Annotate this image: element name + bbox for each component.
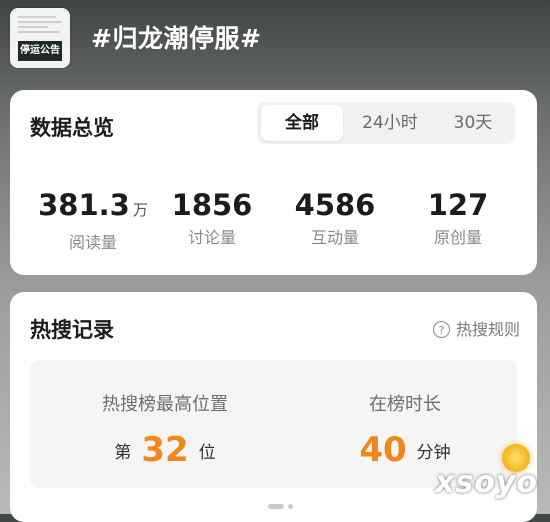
stat-discussions-value: 1856 bbox=[171, 188, 253, 222]
duration-metric: 在榜时长 40 分钟 bbox=[330, 390, 480, 470]
topic-thumbnail[interactable]: 停运公告 bbox=[10, 8, 70, 68]
tab-24h[interactable]: 24小时 bbox=[349, 105, 431, 141]
topic-header: 停运公告 #归龙潮停服# bbox=[0, 0, 550, 90]
peak-rank-value: 第 32 位 bbox=[114, 430, 216, 470]
stat-interactions-label: 互动量 bbox=[310, 228, 359, 247]
tab-all[interactable]: 全部 bbox=[261, 105, 343, 141]
stat-originals: 127 原创量 bbox=[403, 188, 513, 248]
watermark: xsoyo bbox=[435, 465, 538, 500]
overview-title: 数据总览 bbox=[30, 116, 114, 140]
stat-originals-label: 原创量 bbox=[433, 228, 482, 247]
stat-reads: 381.3 万 阅读量 bbox=[38, 188, 148, 253]
stat-reads-label: 阅读量 bbox=[68, 233, 117, 252]
stat-discussions-label: 讨论量 bbox=[187, 228, 236, 247]
stat-interactions-value: 4586 bbox=[294, 188, 376, 222]
overview-card: 数据总览 全部 24小时 30天 381.3 万 阅读量 1856 讨论量 458… bbox=[10, 90, 537, 275]
stat-originals-value: 127 bbox=[427, 188, 489, 222]
peak-rank-label: 热搜榜最高位置 bbox=[102, 394, 228, 415]
hot-search-title: 热搜记录 bbox=[30, 318, 114, 342]
thumbnail-banner: 停运公告 bbox=[18, 41, 62, 61]
page-dot-active bbox=[268, 504, 284, 509]
hot-search-rules-link[interactable]: ? 热搜规则 bbox=[432, 316, 520, 340]
time-range-tabs: 全部 24小时 30天 bbox=[257, 102, 515, 144]
tab-30d[interactable]: 30天 bbox=[433, 105, 513, 141]
help-circle-icon: ? bbox=[432, 321, 450, 338]
page-dot bbox=[288, 504, 293, 509]
duration-label: 在榜时长 bbox=[369, 394, 441, 415]
hot-search-rules-label: 热搜规则 bbox=[455, 320, 520, 339]
stat-reads-value: 381.3 万 bbox=[38, 188, 148, 222]
duration-value: 40 分钟 bbox=[359, 430, 451, 470]
stat-discussions: 1856 讨论量 bbox=[157, 188, 267, 248]
page-indicator bbox=[268, 494, 297, 513]
peak-rank-metric: 热搜榜最高位置 第 32 位 bbox=[70, 390, 260, 470]
thumbnail-text-lines bbox=[18, 16, 62, 36]
topic-title: #归龙潮停服# bbox=[91, 24, 262, 53]
stat-interactions: 4586 互动量 bbox=[280, 188, 390, 248]
